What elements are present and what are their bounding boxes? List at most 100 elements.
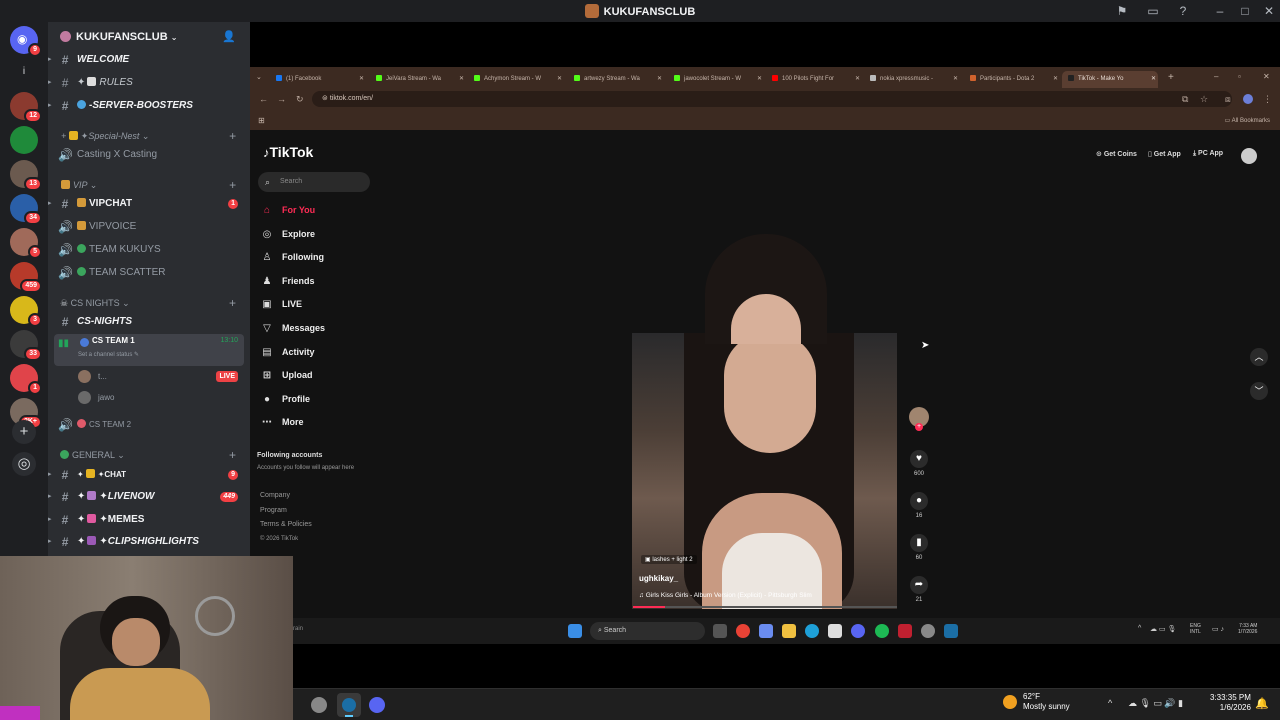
new-tab-icon[interactable]: + (1168, 72, 1174, 83)
follow-plus-icon[interactable]: + (915, 423, 923, 431)
server-icon[interactable]: 5 (10, 228, 42, 259)
server-icon[interactable]: 459 (10, 262, 42, 293)
browser-tab[interactable]: Achymon Stream - W ✕ (468, 71, 564, 88)
reload-icon[interactable]: ↻ (296, 94, 304, 105)
info-icon[interactable]: i (18, 66, 30, 78)
server-icon[interactable]: 34 (10, 194, 42, 225)
browser-tab[interactable]: jawocolet Stream - W ✕ (668, 71, 764, 88)
tray-overflow-icon[interactable]: ^ (1138, 625, 1141, 632)
close-tab-icon[interactable]: ✕ (757, 71, 762, 88)
nav-item-activity[interactable]: ▤ Activity (260, 344, 314, 360)
video-music[interactable]: ♫ Girls Kiss Girls - Album Version (Expl… (639, 592, 812, 599)
video-progress[interactable] (633, 606, 897, 608)
chrome-icon[interactable] (736, 624, 750, 638)
file-explorer-icon[interactable] (782, 624, 796, 638)
tray-icons[interactable]: ☁ ▭ 🎙 (1150, 625, 1176, 633)
close-tab-icon[interactable]: ✕ (657, 71, 662, 88)
close-icon[interactable]: ✕ (1261, 3, 1277, 19)
server-icon[interactable]: 33 (10, 330, 42, 361)
discord-icon[interactable] (851, 624, 865, 638)
bookmark-star-icon[interactable]: ☆ (1200, 94, 1208, 105)
nav-item-profile[interactable]: ● Profile (260, 391, 310, 407)
server-icon[interactable]: 3 (10, 296, 42, 327)
server-icon[interactable]: 12 (10, 92, 42, 123)
save-button[interactable]: ▮ 60 (909, 534, 929, 561)
discord-icon[interactable] (369, 697, 385, 713)
close-tab-icon[interactable]: ✕ (855, 71, 860, 88)
creator-avatar[interactable]: + (909, 407, 929, 431)
back-icon[interactable]: ← (259, 94, 268, 104)
channel-cs-team-2[interactable]: 🔊 CS TEAM 2 (48, 415, 250, 435)
channel-livenow[interactable]: ▸ # ✦ ✦LIVENOW 449 (48, 487, 250, 507)
voice-member-2[interactable]: jawo (48, 388, 250, 408)
get-app-link[interactable]: ▯ Get App (1148, 150, 1181, 158)
address-bar[interactable]: ⊜ tiktok.com/en/ (312, 91, 1232, 107)
channel-rules[interactable]: ▸ # ✦ RULES (48, 73, 250, 93)
channel-server-boosters[interactable]: ▸ # -SERVER-BOOSTERS (48, 96, 250, 116)
category-vip[interactable]: VIP ⌄ + (48, 175, 250, 195)
browser-tab[interactable]: artwezy Stream - Wa ✕ (568, 71, 664, 88)
browser-tab[interactable]: Participants - Dota 2 ✕ (964, 71, 1060, 88)
task-view-icon[interactable] (713, 624, 727, 638)
video-player[interactable] (632, 333, 897, 609)
channel-cs-team-1[interactable]: ▮▮ CS TEAM 1 13:10 Set a channel status … (54, 334, 244, 366)
video-tag[interactable]: ▣ lashes + light 2 (641, 555, 697, 564)
footer-link[interactable]: Company (260, 492, 290, 499)
extensions-icon[interactable]: ⧈ (1225, 94, 1231, 105)
pc-app-link[interactable]: ⤓ PC App (1193, 150, 1223, 158)
next-video-button[interactable]: ﹀ (1250, 382, 1268, 400)
category-special-nest[interactable]: + ✦Special-Nest ⌄ + (48, 126, 250, 146)
nav-item-upload[interactable]: ⊞ Upload (260, 367, 313, 383)
menu-icon[interactable]: ⋮ (1263, 94, 1272, 105)
channel-casting[interactable]: 🔊 Casting X Casting (48, 145, 250, 165)
browser-tab[interactable]: 100 Pilots Fight For ✕ (766, 71, 862, 88)
nav-item-more[interactable]: ⋯ More (260, 414, 304, 430)
taskbar-clock[interactable]: 3:33:35 PM 1/6/2026 (1210, 693, 1251, 713)
direct-messages-button[interactable]: ◉ 9 (10, 26, 42, 57)
network-volume-icons[interactable]: ▭ ♪ (1212, 625, 1224, 633)
previous-video-button[interactable]: ︿ (1250, 348, 1268, 366)
channel-vipchat[interactable]: ▸ # VIPCHAT 1 (48, 194, 250, 214)
video-author[interactable]: ughkikay_ (639, 574, 678, 583)
channel-vipvoice[interactable]: 🔊 VIPVOICE (48, 217, 250, 237)
add-channel-icon[interactable]: + (229, 445, 236, 465)
close-tab-icon[interactable]: ✕ (953, 71, 958, 88)
close-tab-icon[interactable]: ✕ (557, 71, 562, 88)
install-icon[interactable]: ⧉ (1182, 94, 1188, 105)
live-badge[interactable]: LIVE (216, 371, 238, 382)
search-input[interactable]: ⌕ Search (258, 172, 370, 192)
tray-overflow-icon[interactable]: ^ (1108, 698, 1112, 708)
steam-taskbar-button[interactable] (337, 693, 361, 717)
language-indicator[interactable]: ENG INTL (1190, 623, 1201, 635)
channel-team-kukuys[interactable]: 🔊 TEAM KUKUYS (48, 240, 250, 260)
close-tab-icon[interactable]: ✕ (459, 71, 464, 88)
add-channel-icon[interactable]: + (229, 293, 236, 313)
add-member-icon[interactable]: 👤 (222, 30, 236, 43)
share-button[interactable]: ➦ 21 (909, 576, 929, 603)
like-button[interactable]: ♥ 600 (909, 450, 929, 477)
category-cs-nights[interactable]: ☠ CS NIGHTS ⌄ + (48, 293, 250, 313)
discover-icon[interactable]: ◎ (12, 452, 36, 476)
inbox-icon[interactable]: ▭ (1145, 3, 1161, 19)
all-bookmarks[interactable]: ▭ All Bookmarks (1225, 117, 1270, 124)
add-channel-icon[interactable]: + (229, 126, 236, 146)
channel-team-scatter[interactable]: 🔊 TEAM SCATTER (48, 263, 250, 283)
add-server-icon[interactable]: + (12, 420, 36, 444)
maximize-icon[interactable]: □ (1237, 3, 1253, 19)
channel-status[interactable]: Set a channel status ✎ (78, 351, 139, 358)
browser-tab[interactable]: nokia xpressmusic - ✕ (864, 71, 960, 88)
app-icon[interactable] (898, 624, 912, 638)
close-icon[interactable]: ✕ (1263, 72, 1270, 81)
flag-icon[interactable]: ⚑ (1114, 3, 1130, 19)
browser-tab[interactable]: TikTok - Make Yo ✕ (1062, 71, 1158, 88)
nav-item-friends[interactable]: ♟ Friends (260, 273, 315, 289)
get-coins-link[interactable]: ⊙ Get Coins (1096, 150, 1137, 158)
category-general[interactable]: GENERAL ⌄ + (48, 445, 250, 465)
nav-item-messages[interactable]: ▽ Messages (260, 320, 325, 336)
spotify-icon[interactable] (875, 624, 889, 638)
browser-tab[interactable]: (1) Facebook ✕ (270, 71, 366, 88)
browser-tab[interactable]: JeiVara Stream - Wa ✕ (370, 71, 466, 88)
forward-icon[interactable]: → (277, 94, 286, 104)
server-icon[interactable] (10, 126, 38, 154)
close-tab-icon[interactable]: ✕ (1151, 71, 1156, 88)
